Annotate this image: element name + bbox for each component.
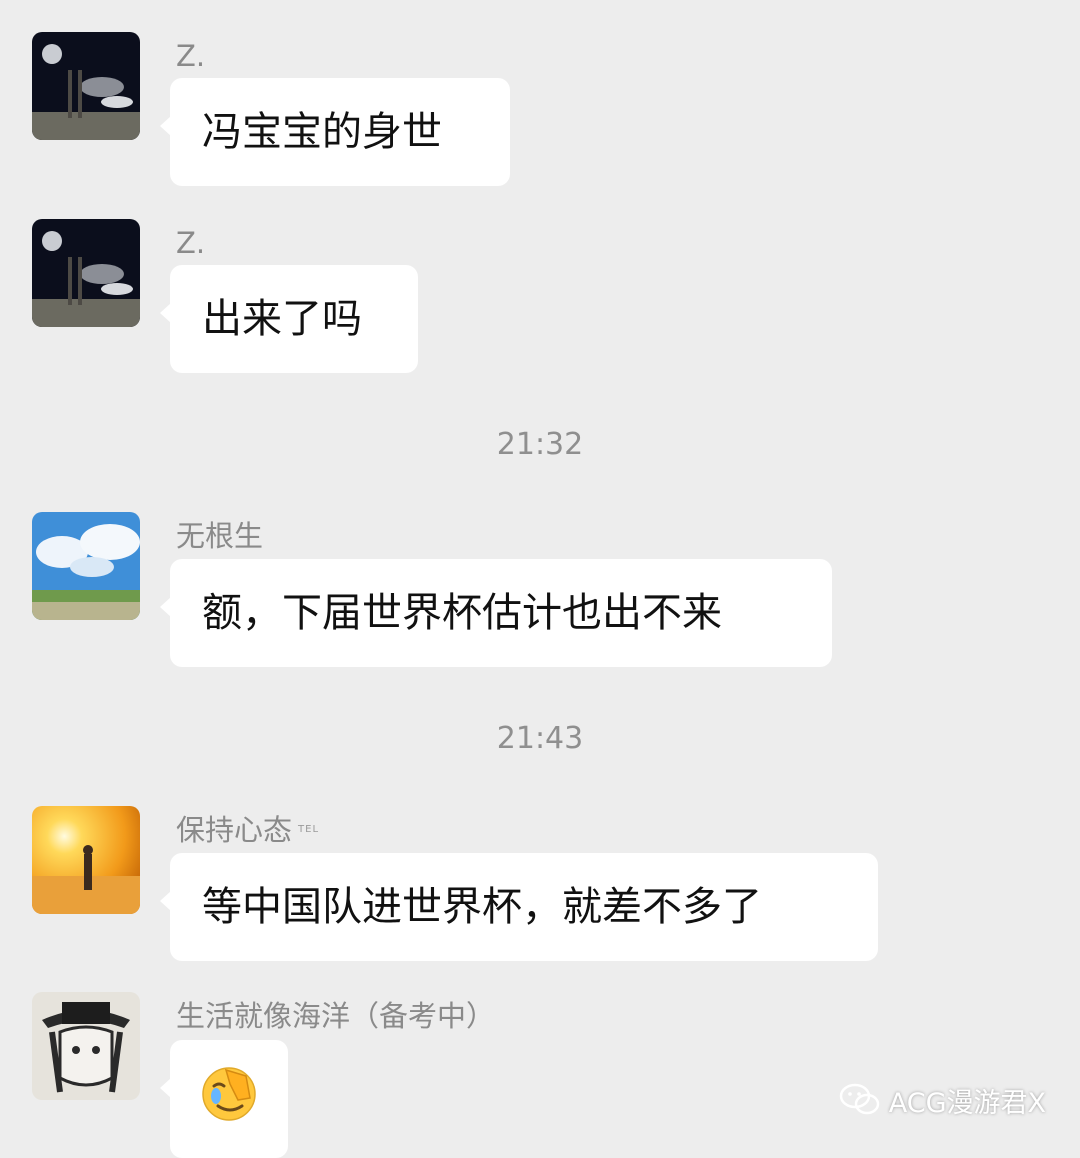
- watermark: ACG漫游君X: [839, 1080, 1046, 1120]
- emoji-bubble[interactable]: [160, 1040, 288, 1158]
- avatar-z[interactable]: [32, 219, 140, 327]
- message-bubble[interactable]: 冯宝宝的身世: [160, 78, 510, 186]
- sender-name: 保持心态 TEL: [176, 812, 319, 848]
- message-bubble[interactable]: 出来了吗: [160, 265, 418, 373]
- sender-name-text: 保持心态: [176, 813, 293, 847]
- sender-name: 生活就像海洋（备考中）: [176, 999, 496, 1033]
- sender-name: Z.: [176, 39, 206, 73]
- sender-name: Z.: [176, 226, 206, 260]
- facepalm-emoji-icon: [202, 1067, 256, 1121]
- avatar-wugensheng[interactable]: [32, 512, 140, 620]
- sender-tag: TEL: [298, 824, 320, 835]
- message-bubble[interactable]: 等中国队进世界杯，就差不多了: [160, 853, 878, 961]
- sender-name: 无根生: [176, 519, 264, 553]
- wechat-icon: [839, 1083, 879, 1115]
- avatar-z[interactable]: [32, 32, 140, 140]
- timestamp: 21:32: [496, 427, 584, 462]
- avatar-baochixintai[interactable]: [32, 806, 140, 914]
- avatar-shenghuojiuxianghaiyang[interactable]: [32, 992, 140, 1100]
- message-bubble[interactable]: 额，下届世界杯估计也出不来: [160, 559, 832, 667]
- watermark-text: ACG漫游君X: [888, 1087, 1046, 1119]
- timestamp: 21:43: [496, 721, 584, 756]
